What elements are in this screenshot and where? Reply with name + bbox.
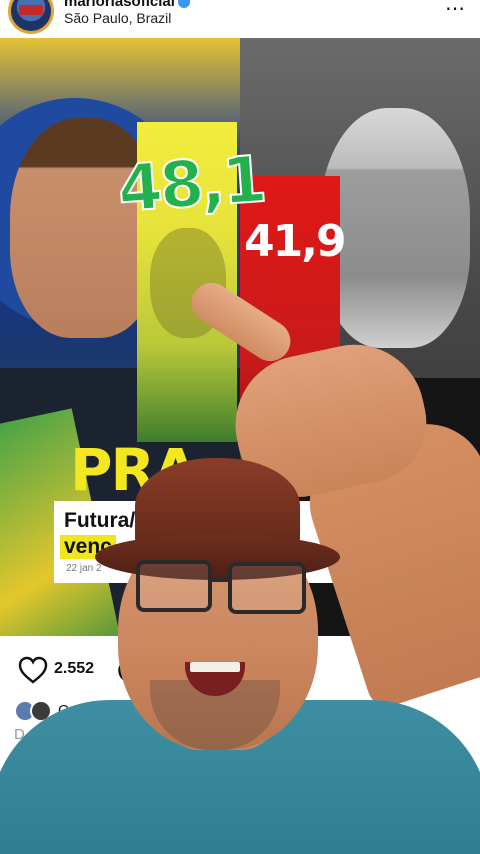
liked-by-row[interactable]: Curtid o e outras pessoas bbox=[0, 696, 480, 726]
mute-button[interactable] bbox=[428, 590, 458, 620]
image-caption-box: Futura/ venc Bolsonar 2º turno 22 jan 2 … bbox=[54, 501, 426, 583]
comment-icon bbox=[118, 658, 144, 684]
save-button[interactable] bbox=[436, 656, 460, 689]
poll-value-left: 48,1 bbox=[115, 142, 268, 228]
share-button[interactable] bbox=[288, 656, 316, 689]
muted-speaker-icon bbox=[437, 600, 451, 610]
post-location[interactable]: São Paulo, Brazil bbox=[64, 10, 171, 26]
post-header: marioriasoficial São Paulo, Brazil ⋯ bbox=[0, 0, 480, 38]
poll-bar-portrait bbox=[150, 228, 226, 338]
caption-left-line1: Futura/ bbox=[64, 509, 136, 532]
like-button[interactable] bbox=[18, 656, 48, 689]
post-media[interactable]: 48,1 41,9 PRA Futura/ venc Bolsonar 2º t… bbox=[0, 38, 480, 636]
more-caption-link[interactable]: mais bbox=[412, 726, 444, 743]
caption-left-line2: venc bbox=[60, 535, 116, 559]
comment-button[interactable] bbox=[116, 656, 144, 689]
caption-right-line1: Bolsonar bbox=[328, 509, 420, 532]
more-options-button[interactable]: ⋯ bbox=[445, 0, 466, 21]
liked-by-text-start: Curtid bbox=[58, 702, 99, 719]
heart-icon bbox=[18, 656, 48, 684]
image-headline: PRA bbox=[70, 436, 198, 504]
post-caption-fragment: D bbox=[14, 726, 25, 743]
username[interactable]: marioriasoficial bbox=[64, 0, 190, 10]
profile-avatar[interactable] bbox=[8, 0, 54, 34]
liker-avatar bbox=[30, 700, 52, 722]
caption-right-line2: 2º turno bbox=[321, 535, 408, 559]
like-count[interactable]: 2.552 bbox=[54, 660, 94, 678]
verified-badge-icon bbox=[177, 0, 190, 9]
post-actions-bar: 2.552 bbox=[0, 636, 480, 696]
bookmark-icon bbox=[437, 656, 459, 685]
caption-brand-logo: OESTE bbox=[368, 563, 412, 578]
share-icon bbox=[288, 658, 315, 685]
poll-value-right: 41,9 bbox=[244, 216, 347, 267]
caption-date: 22 jan 2 bbox=[66, 563, 102, 574]
liked-by-text-end: o e outras pessoas bbox=[284, 702, 411, 719]
username-text[interactable]: marioriasoficial bbox=[64, 0, 175, 10]
